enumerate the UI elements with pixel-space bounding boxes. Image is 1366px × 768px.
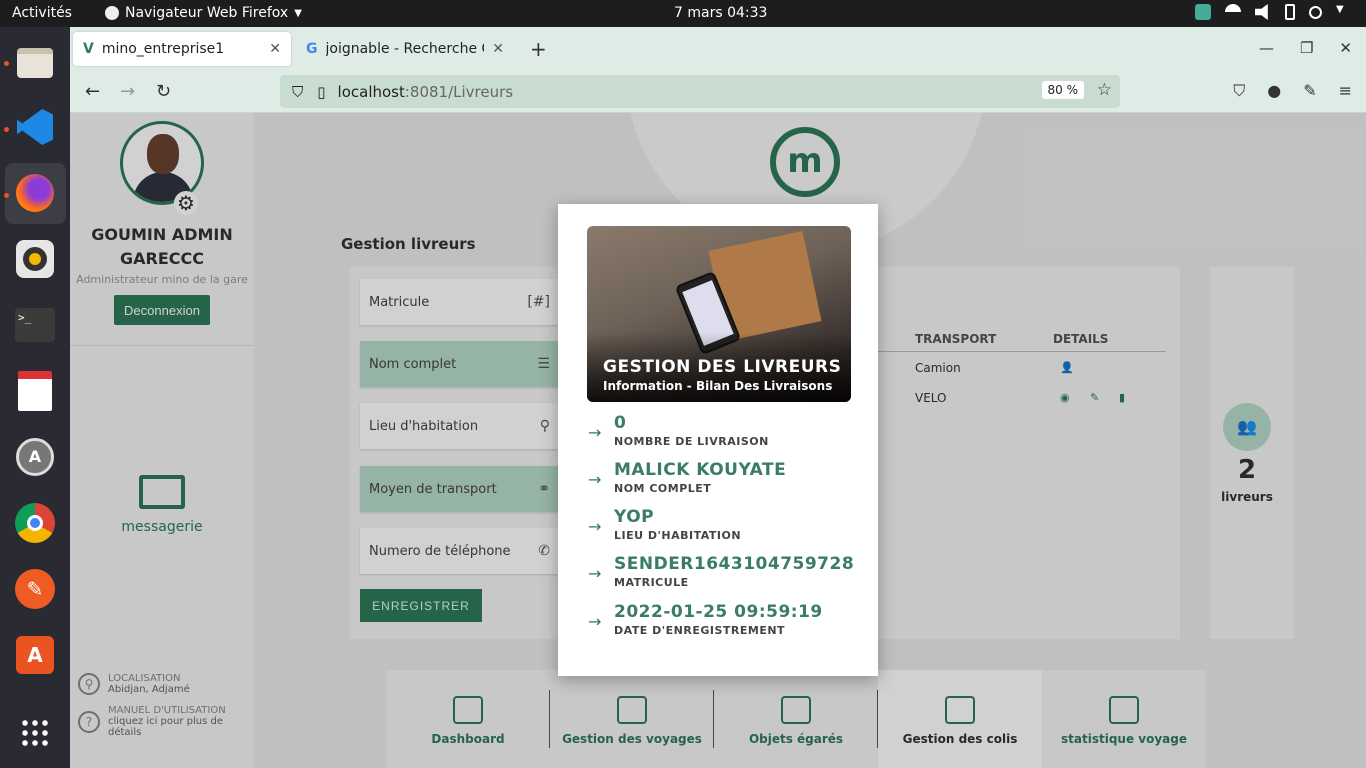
app-name-label: Navigateur Web Firefox: [125, 5, 289, 21]
detail-label: NOMBRE DE LIVRAISON: [614, 435, 769, 448]
tab-google-search[interactable]: G joignable - Recherche Go ✕: [296, 32, 514, 66]
volume-icon: [1255, 4, 1268, 20]
maximize-icon[interactable]: ❐: [1300, 39, 1313, 57]
arrow-right-icon: →: [588, 517, 602, 536]
page-icon: ▯: [317, 82, 326, 101]
software-updater-app-icon[interactable]: A: [11, 433, 59, 481]
modal-header-image: GESTION DES LIVREURS Information - Bilan…: [587, 226, 851, 402]
detail-value: 2022-01-25 09:59:19: [614, 602, 823, 622]
shield-icon: [1195, 4, 1211, 20]
url-path: :8081/Livreurs: [404, 82, 514, 101]
document-viewer-app-icon[interactable]: [11, 367, 59, 415]
software-center-app-icon[interactable]: A: [11, 631, 59, 679]
files-app-icon[interactable]: [11, 39, 59, 87]
chevron-down-icon: ▼: [1336, 4, 1344, 15]
rhythmbox-app-icon[interactable]: [11, 235, 59, 283]
detail-value: MALICK KOUYATE: [614, 460, 787, 480]
detail-label: MATRICULE: [614, 576, 689, 589]
battery-icon: [1285, 4, 1295, 20]
courier-details-modal: GESTION DES LIVREURS Information - Bilan…: [558, 204, 878, 676]
browser-window: V mino_entreprise1 ✕ G joignable - Reche…: [70, 27, 1366, 768]
url-bar[interactable]: ⛉ ▯ localhost:8081/Livreurs 80 % ☆: [280, 75, 1120, 108]
system-top-bar: Activités Navigateur Web Firefox ▼ 7 mar…: [0, 0, 1366, 27]
shield-icon: ⛉: [292, 82, 304, 101]
vscode-app-icon[interactable]: [11, 103, 59, 151]
back-arrow-icon[interactable]: ←: [85, 81, 100, 102]
page-content: ⚙ GOUMIN ADMIN GARECCC Administrateur mi…: [70, 113, 1366, 768]
zoom-badge[interactable]: 80 %: [1041, 81, 1084, 99]
close-icon[interactable]: ✕: [492, 41, 504, 57]
tab-label: joignable - Recherche Go: [325, 41, 485, 57]
extension-icon[interactable]: ✎: [1303, 81, 1316, 101]
clock[interactable]: 7 mars 04:33: [674, 5, 767, 21]
detail-value: SENDER1643104759728: [614, 554, 855, 574]
terminal-app-icon[interactable]: >_: [11, 301, 59, 349]
firefox-small-icon: [105, 6, 119, 20]
arrow-right-icon: →: [588, 564, 602, 583]
arrow-right-icon: →: [588, 612, 602, 631]
power-icon: [1309, 5, 1322, 19]
chrome-app-icon[interactable]: [11, 499, 59, 547]
window-controls: — ❐ ✕: [1259, 39, 1352, 57]
reload-icon[interactable]: ↻: [156, 81, 171, 102]
url-host: localhost: [337, 82, 405, 101]
pocket-icon[interactable]: ⛉: [1233, 81, 1245, 101]
detail-label: DATE D'ENREGISTREMENT: [614, 624, 786, 637]
firefox-app-icon[interactable]: [11, 169, 59, 217]
running-indicator: [4, 193, 9, 198]
detail-label: NOM COMPLET: [614, 482, 712, 495]
detail-label: LIEU D'HABITATION: [614, 529, 742, 542]
new-tab-icon[interactable]: +: [530, 37, 547, 61]
account-icon[interactable]: ●: [1267, 81, 1281, 101]
running-indicator: [4, 61, 9, 66]
close-window-icon[interactable]: ✕: [1339, 39, 1352, 57]
arrow-right-icon: →: [588, 423, 602, 442]
forward-arrow-icon[interactable]: →: [120, 81, 135, 102]
system-tray[interactable]: ▼: [1195, 4, 1352, 20]
nav-bar: ← → ↻ ⛉ ▯ localhost:8081/Livreurs 80 % ☆…: [70, 71, 1366, 113]
close-icon[interactable]: ✕: [269, 41, 281, 57]
google-icon: G: [306, 41, 318, 57]
dock: >_ A ✎ A: [0, 27, 70, 768]
postman-app-icon[interactable]: ✎: [11, 565, 59, 613]
app-menu[interactable]: Navigateur Web Firefox ▼: [105, 5, 302, 21]
toolbar-right: ⛉ ● ✎ ≡: [1233, 81, 1352, 101]
vue-icon: V: [83, 41, 94, 57]
detail-value: 0: [614, 413, 627, 433]
chevron-down-icon: ▼: [294, 7, 302, 19]
modal-subtitle: Information - Bilan Des Livraisons: [603, 379, 833, 393]
arrow-right-icon: →: [588, 470, 602, 489]
star-bookmark-icon[interactable]: ☆: [1097, 80, 1112, 100]
detail-value: YOP: [614, 507, 655, 527]
tab-mino-entreprise[interactable]: V mino_entreprise1 ✕: [73, 32, 291, 66]
modal-title: GESTION DES LIVREURS: [603, 357, 842, 377]
activities-button[interactable]: Activités: [12, 5, 72, 21]
menu-hamburger-icon[interactable]: ≡: [1339, 81, 1352, 101]
tab-bar: V mino_entreprise1 ✕ G joignable - Reche…: [70, 27, 1366, 71]
minimize-icon[interactable]: —: [1259, 39, 1274, 57]
wifi-icon: [1225, 4, 1241, 20]
show-apps-grid-icon[interactable]: [11, 709, 59, 757]
running-indicator: [4, 127, 9, 132]
tab-label: mino_entreprise1: [101, 41, 225, 57]
